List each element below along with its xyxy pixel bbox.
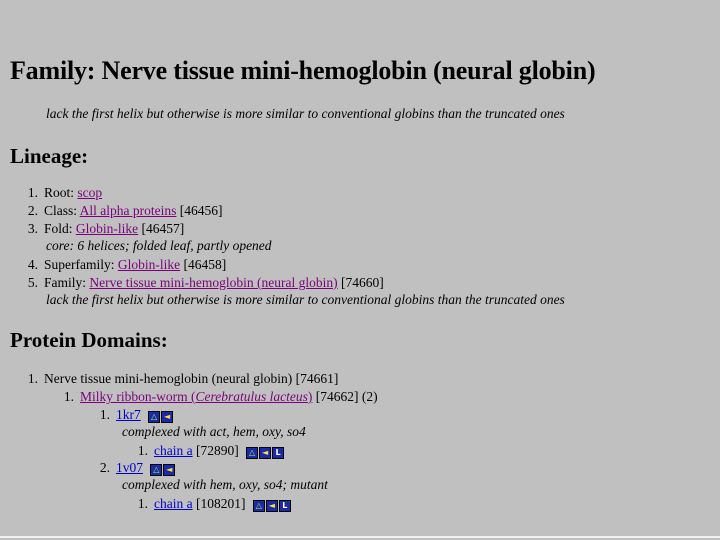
lineage-link-scop[interactable]: scop [77, 185, 102, 200]
arrow-icon[interactable]: ◄ [259, 446, 272, 459]
species-link[interactable]: Milky ribbon-worm (Cerebratulus lacteus) [80, 389, 312, 404]
page-title: Family: Nerve tissue mini-hemoglobin (ne… [10, 56, 596, 85]
pdb-note-1v07: complexed with hem, oxy, so4; mutant [122, 477, 328, 492]
pdb-entry-1kr7: 1. 1kr7 △ ◄ [92, 406, 174, 424]
pdb-link-1v07[interactable]: 1v07 [116, 460, 143, 475]
bottom-divider [0, 536, 720, 538]
chain-item-1v07: 1. chain a [108201] △ ◄ L [130, 495, 292, 513]
pdb-entry-1v07: 2. 1v07 △ ◄ [92, 459, 176, 477]
molecule-icon[interactable]: △ [148, 410, 161, 423]
arrow-icon[interactable]: ◄ [161, 410, 174, 423]
lineage-item-family: 5. Family: Nerve tissue mini-hemoglobin (… [27, 275, 384, 290]
fold-note: core: 6 helices; folded leaf, partly ope… [46, 238, 272, 253]
arrow-icon[interactable]: ◄ [163, 463, 176, 476]
molecule-icon[interactable]: △ [246, 446, 259, 459]
lineage-link-superfamily[interactable]: Globin-like [118, 257, 180, 272]
molecule-icon[interactable]: △ [252, 499, 265, 512]
label-l-icon[interactable]: L [278, 499, 291, 512]
lineage-item-class: 2. Class: All alpha proteins [46456] [27, 203, 223, 218]
chain-icons: △ ◄ L [246, 443, 285, 460]
chain-item-1kr7: 1. chain a [72890] △ ◄ L [130, 442, 285, 460]
lineage-item-superfamily: 4. Superfamily: Globin-like [46458] [27, 257, 227, 272]
pdb-icons: △ ◄ [150, 460, 176, 477]
scop-page: Family: Nerve tissue mini-hemoglobin (ne… [0, 0, 720, 540]
lineage-link-family[interactable]: Nerve tissue mini-hemoglobin (neural glo… [89, 275, 337, 290]
lineage-link-class[interactable]: All alpha proteins [80, 203, 177, 218]
lineage-heading: Lineage: [10, 144, 89, 168]
label-l-icon[interactable]: L [272, 446, 285, 459]
species-item: 1. Milky ribbon-worm (Cerebratulus lacteu… [63, 389, 378, 404]
lineage-link-fold[interactable]: Globin-like [76, 221, 138, 236]
chain-link-1v07[interactable]: chain a [154, 496, 193, 511]
pdb-note-1kr7: complexed with act, hem, oxy, so4 [122, 424, 306, 439]
family-description: lack the first helix but otherwise is mo… [46, 106, 565, 121]
arrow-icon[interactable]: ◄ [265, 499, 278, 512]
pdb-link-1kr7[interactable]: 1kr7 [116, 407, 141, 422]
chain-link-1kr7[interactable]: chain a [154, 443, 193, 458]
lineage-item-fold: 3. Fold: Globin-like [46457] [27, 221, 185, 236]
pdb-icons: △ ◄ [148, 407, 174, 424]
lineage-item-root: 1. Root: scop [27, 185, 103, 200]
family-note: lack the first helix but otherwise is mo… [46, 292, 565, 307]
protein-item: 1. Nerve tissue mini-hemoglobin (neural g… [27, 371, 339, 386]
chain-icons: △ ◄ L [252, 496, 292, 513]
protein-domains-heading: Protein Domains: [10, 328, 168, 352]
molecule-icon[interactable]: △ [150, 463, 163, 476]
